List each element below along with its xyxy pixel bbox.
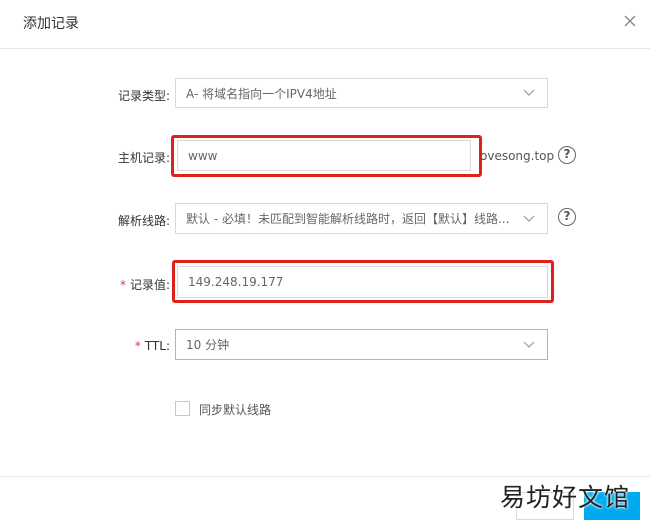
required-mark: * bbox=[119, 278, 126, 292]
ttl-value: 10 分钟 bbox=[186, 338, 230, 352]
help-icon[interactable]: ? bbox=[558, 146, 576, 164]
watermark: 易坊好文馆 bbox=[500, 483, 631, 512]
chevron-down-icon bbox=[523, 89, 535, 96]
record-value-label: * 记录值: bbox=[60, 276, 170, 293]
close-icon[interactable] bbox=[622, 13, 638, 29]
line-value: 默认 - 必填！未匹配到智能解析线路时，返回【默认】线路... bbox=[186, 212, 510, 226]
add-record-dialog: 添加记录 记录类型: A- 将域名指向一个IPV4地址 主机记录: www ov… bbox=[0, 0, 650, 529]
required-mark: * bbox=[134, 339, 141, 353]
host-highlight-box bbox=[171, 135, 482, 177]
help-icon[interactable]: ? bbox=[558, 208, 576, 226]
record-type-value: A- 将域名指向一个IPV4地址 bbox=[186, 86, 337, 101]
record-value-label-text: 记录值: bbox=[129, 278, 170, 292]
ttl-label: * TTL: bbox=[60, 339, 170, 353]
chevron-down-icon bbox=[523, 215, 535, 222]
record-type-select[interactable]: A- 将域名指向一个IPV4地址 bbox=[175, 78, 548, 108]
chevron-down-icon bbox=[523, 341, 535, 348]
line-select[interactable]: 默认 - 必填！未匹配到智能解析线路时，返回【默认】线路... bbox=[175, 203, 548, 234]
dialog-title: 添加记录 bbox=[23, 16, 79, 32]
sync-default-label[interactable]: 同步默认线路 bbox=[199, 401, 271, 418]
host-label: 主机记录: bbox=[117, 151, 170, 165]
ttl-select[interactable]: 10 分钟 bbox=[175, 329, 548, 360]
line-label: 解析线路: bbox=[117, 214, 170, 228]
domain-suffix: ovesong.top bbox=[480, 149, 555, 163]
record-value-highlight-box bbox=[172, 260, 554, 303]
sync-default-checkbox[interactable] bbox=[175, 401, 190, 416]
record-type-label: 记录类型: bbox=[117, 89, 170, 103]
dialog-header: 添加记录 bbox=[0, 0, 650, 49]
ttl-label-text: TTL: bbox=[144, 339, 170, 353]
